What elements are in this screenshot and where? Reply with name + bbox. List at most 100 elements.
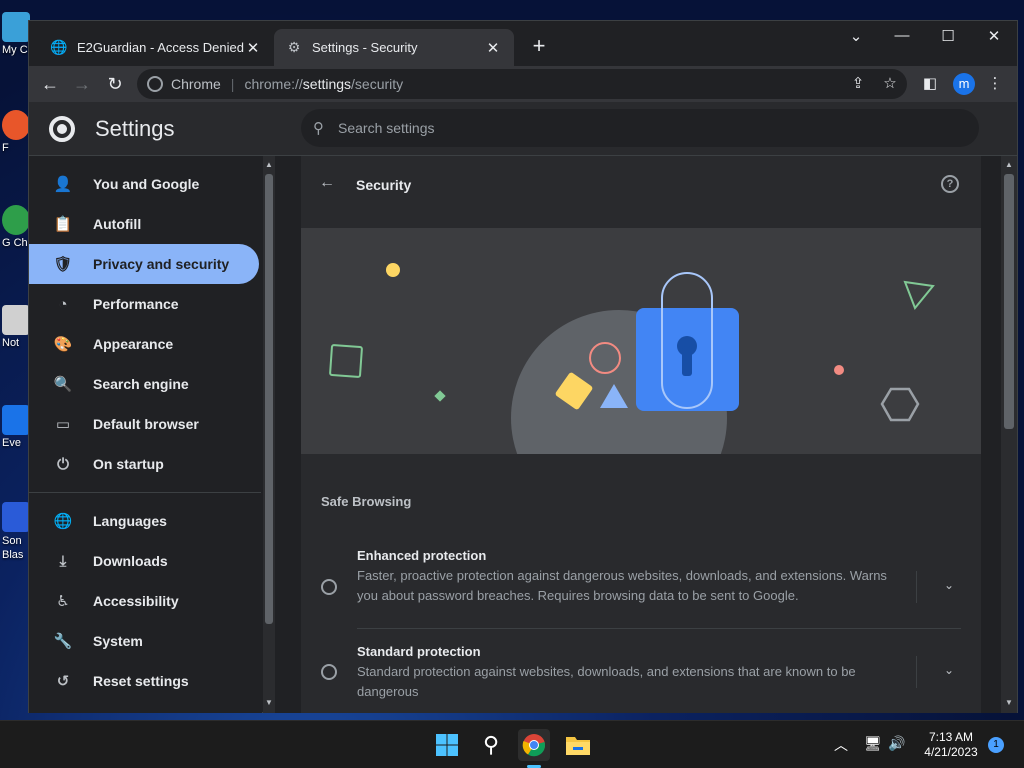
desktop-icon-my-computer[interactable]: My C [2,12,30,56]
scroll-up-arrow-icon[interactable]: ▲ [263,160,275,169]
minimize-button[interactable]: — [887,27,917,44]
back-button[interactable]: ← [38,72,62,96]
folder-icon [566,737,590,755]
search-settings-input[interactable]: ⚲ Search settings [301,109,979,147]
volume-icon[interactable]: 🔊 [888,735,905,752]
sidebar-item-privacy-and-security[interactable]: 🛡 Privacy and security [29,244,259,284]
wrench-icon: 🔧 [53,633,73,650]
taskbar-search-icon[interactable]: ⚲ [475,729,507,761]
enhanced-protection-description: Faster, proactive protection against dan… [357,568,887,603]
sidebar-item-search-engine[interactable]: 🔍 Search engine [29,364,259,404]
show-hidden-icons-chevron-icon[interactable]: ︿ [834,735,848,755]
palette-icon: 🎨 [53,336,73,353]
close-tab-icon[interactable]: ✕ [484,39,502,57]
globe-icon: 🌐 [53,513,73,530]
reload-button[interactable]: ↻ [103,72,127,96]
content-scroll-thumb[interactable] [1004,174,1014,429]
content-scrollbar[interactable]: ▲ ▼ [1001,156,1017,713]
taskbar: ⚲ ︿ 🖥 🔊 7:13 AM 4/21/2023 1 [0,720,1024,768]
accessibility-icon: ♿ [56,593,70,610]
search-app-icon [2,405,30,435]
sidebar-item-you-and-google[interactable]: 👤 You and Google [29,164,259,204]
sidebar-item-accessibility[interactable]: ♿ Accessibility [29,581,259,621]
chevron-down-icon[interactable]: ⌄ [944,578,954,592]
standard-protection-title: Standard protection [357,644,481,659]
desktop-icon-firefox[interactable]: F [2,110,30,154]
desktop-icon-notepad[interactable]: Not [2,305,30,349]
sidebar-item-on-startup[interactable]: ⏻ On startup [29,444,259,484]
computer-icon [2,12,30,42]
help-icon[interactable]: ? [941,175,959,193]
start-button[interactable] [431,729,463,761]
chrome-icon [522,734,546,757]
chrome-icon [2,205,30,235]
close-window-button[interactable]: ✕ [979,27,1009,45]
sidebar-divider [29,492,261,493]
notification-badge[interactable]: 1 [988,737,1004,753]
person-icon: 👤 [53,176,73,193]
shield-icon: 🛡 [53,256,73,273]
card-header: ← Security ? [301,156,981,212]
taskbar-file-explorer-button[interactable] [562,729,594,761]
scroll-down-arrow-icon[interactable]: ▼ [1001,698,1017,707]
desktop-icon-sonic[interactable]: Son Blas [2,502,30,562]
sidebar-item-downloads[interactable]: ⤓ Downloads [29,541,259,581]
close-tab-icon[interactable]: ✕ [244,39,262,57]
security-card: ← Security ? Safe Browsing Enhanced prot… [301,156,981,713]
enhanced-protection-title: Enhanced protection [357,548,487,563]
download-icon: ⤓ [59,552,67,570]
sidebar-item-languages[interactable]: 🌐 Languages [29,501,259,541]
chrome-window: 🌐 E2Guardian - Access Denied ✕ ⚙ Setting… [28,20,1018,713]
settings-title: Settings [95,116,175,141]
chrome-logo-icon [49,116,75,142]
settings-content: ← Security ? Safe Browsing Enhanced prot… [275,156,1001,713]
tab-bar: 🌐 E2Guardian - Access Denied ✕ ⚙ Setting… [29,21,1017,66]
new-tab-button[interactable]: + [527,35,551,57]
reset-icon: ↺ [56,673,70,690]
sidebar-item-reset-settings[interactable]: ↺ Reset settings [29,661,259,701]
game-icon [2,502,30,532]
sidebar-item-autofill[interactable]: 📋 Autofill [29,204,259,244]
standard-protection-radio[interactable] [321,664,337,680]
scroll-up-arrow-icon[interactable]: ▲ [1001,160,1017,169]
notepad-icon [2,305,30,335]
back-arrow-icon[interactable]: ← [319,174,335,192]
page-title: Security [356,177,412,193]
maximize-button[interactable]: ☐ [933,27,963,45]
chevron-down-icon[interactable]: ⌄ [944,663,954,677]
tab-settings-security[interactable]: ⚙ Settings - Security ✕ [274,29,514,66]
desktop-icon-everything[interactable]: Eve [2,405,30,449]
forward-button[interactable]: → [70,72,94,96]
standard-protection-option[interactable]: Standard protection Standard protection … [301,628,981,713]
network-icon[interactable]: 🖥 [864,735,882,752]
sidebar-item-default-browser[interactable]: ▭ Default browser [29,404,259,444]
taskbar-chrome-button[interactable] [518,729,550,761]
share-icon[interactable]: ⇪ [848,74,868,92]
sidebar-scroll-thumb[interactable] [265,174,273,624]
option-divider [916,571,917,603]
sidebar-scrollbar[interactable]: ▲ ▼ [263,156,275,713]
enhanced-protection-option[interactable]: Enhanced protection Faster, proactive pr… [301,536,981,628]
sidebar-item-performance[interactable]: ◔ Performance [29,284,259,324]
search-icon: ⚲ [313,120,324,137]
enhanced-protection-radio[interactable] [321,579,337,595]
gauge-icon: ◔ [58,295,68,313]
tab-search-icon[interactable]: ⌄ [841,27,871,45]
settings-header: Settings ⚲ Search settings [29,102,1017,156]
option-divider [916,656,917,688]
profile-avatar[interactable]: m [953,73,975,95]
gear-icon: ⚙ [287,39,301,55]
menu-kebab-icon[interactable]: ⋮ [985,74,1005,92]
taskbar-clock[interactable]: 7:13 AM 4/21/2023 [916,730,986,760]
sidebar-item-system[interactable]: 🔧 System [29,621,259,661]
desktop-icon-chrome[interactable]: G Ch [2,205,30,249]
standard-protection-description: Standard protection against websites, do… [357,664,856,699]
sidebar-item-appearance[interactable]: 🎨 Appearance [29,324,259,364]
side-panel-icon[interactable]: ◧ [920,74,940,92]
safe-browsing-heading: Safe Browsing [321,494,412,509]
tab-e2guardian[interactable]: 🌐 E2Guardian - Access Denied ✕ [39,29,274,66]
scroll-down-arrow-icon[interactable]: ▼ [263,698,275,707]
address-bar[interactable]: Chrome | chrome://settings/security [137,69,907,99]
bookmark-star-icon[interactable]: ☆ [880,74,900,92]
browser-toolbar: ← → ↻ Chrome | chrome://settings/securit… [29,66,1017,102]
